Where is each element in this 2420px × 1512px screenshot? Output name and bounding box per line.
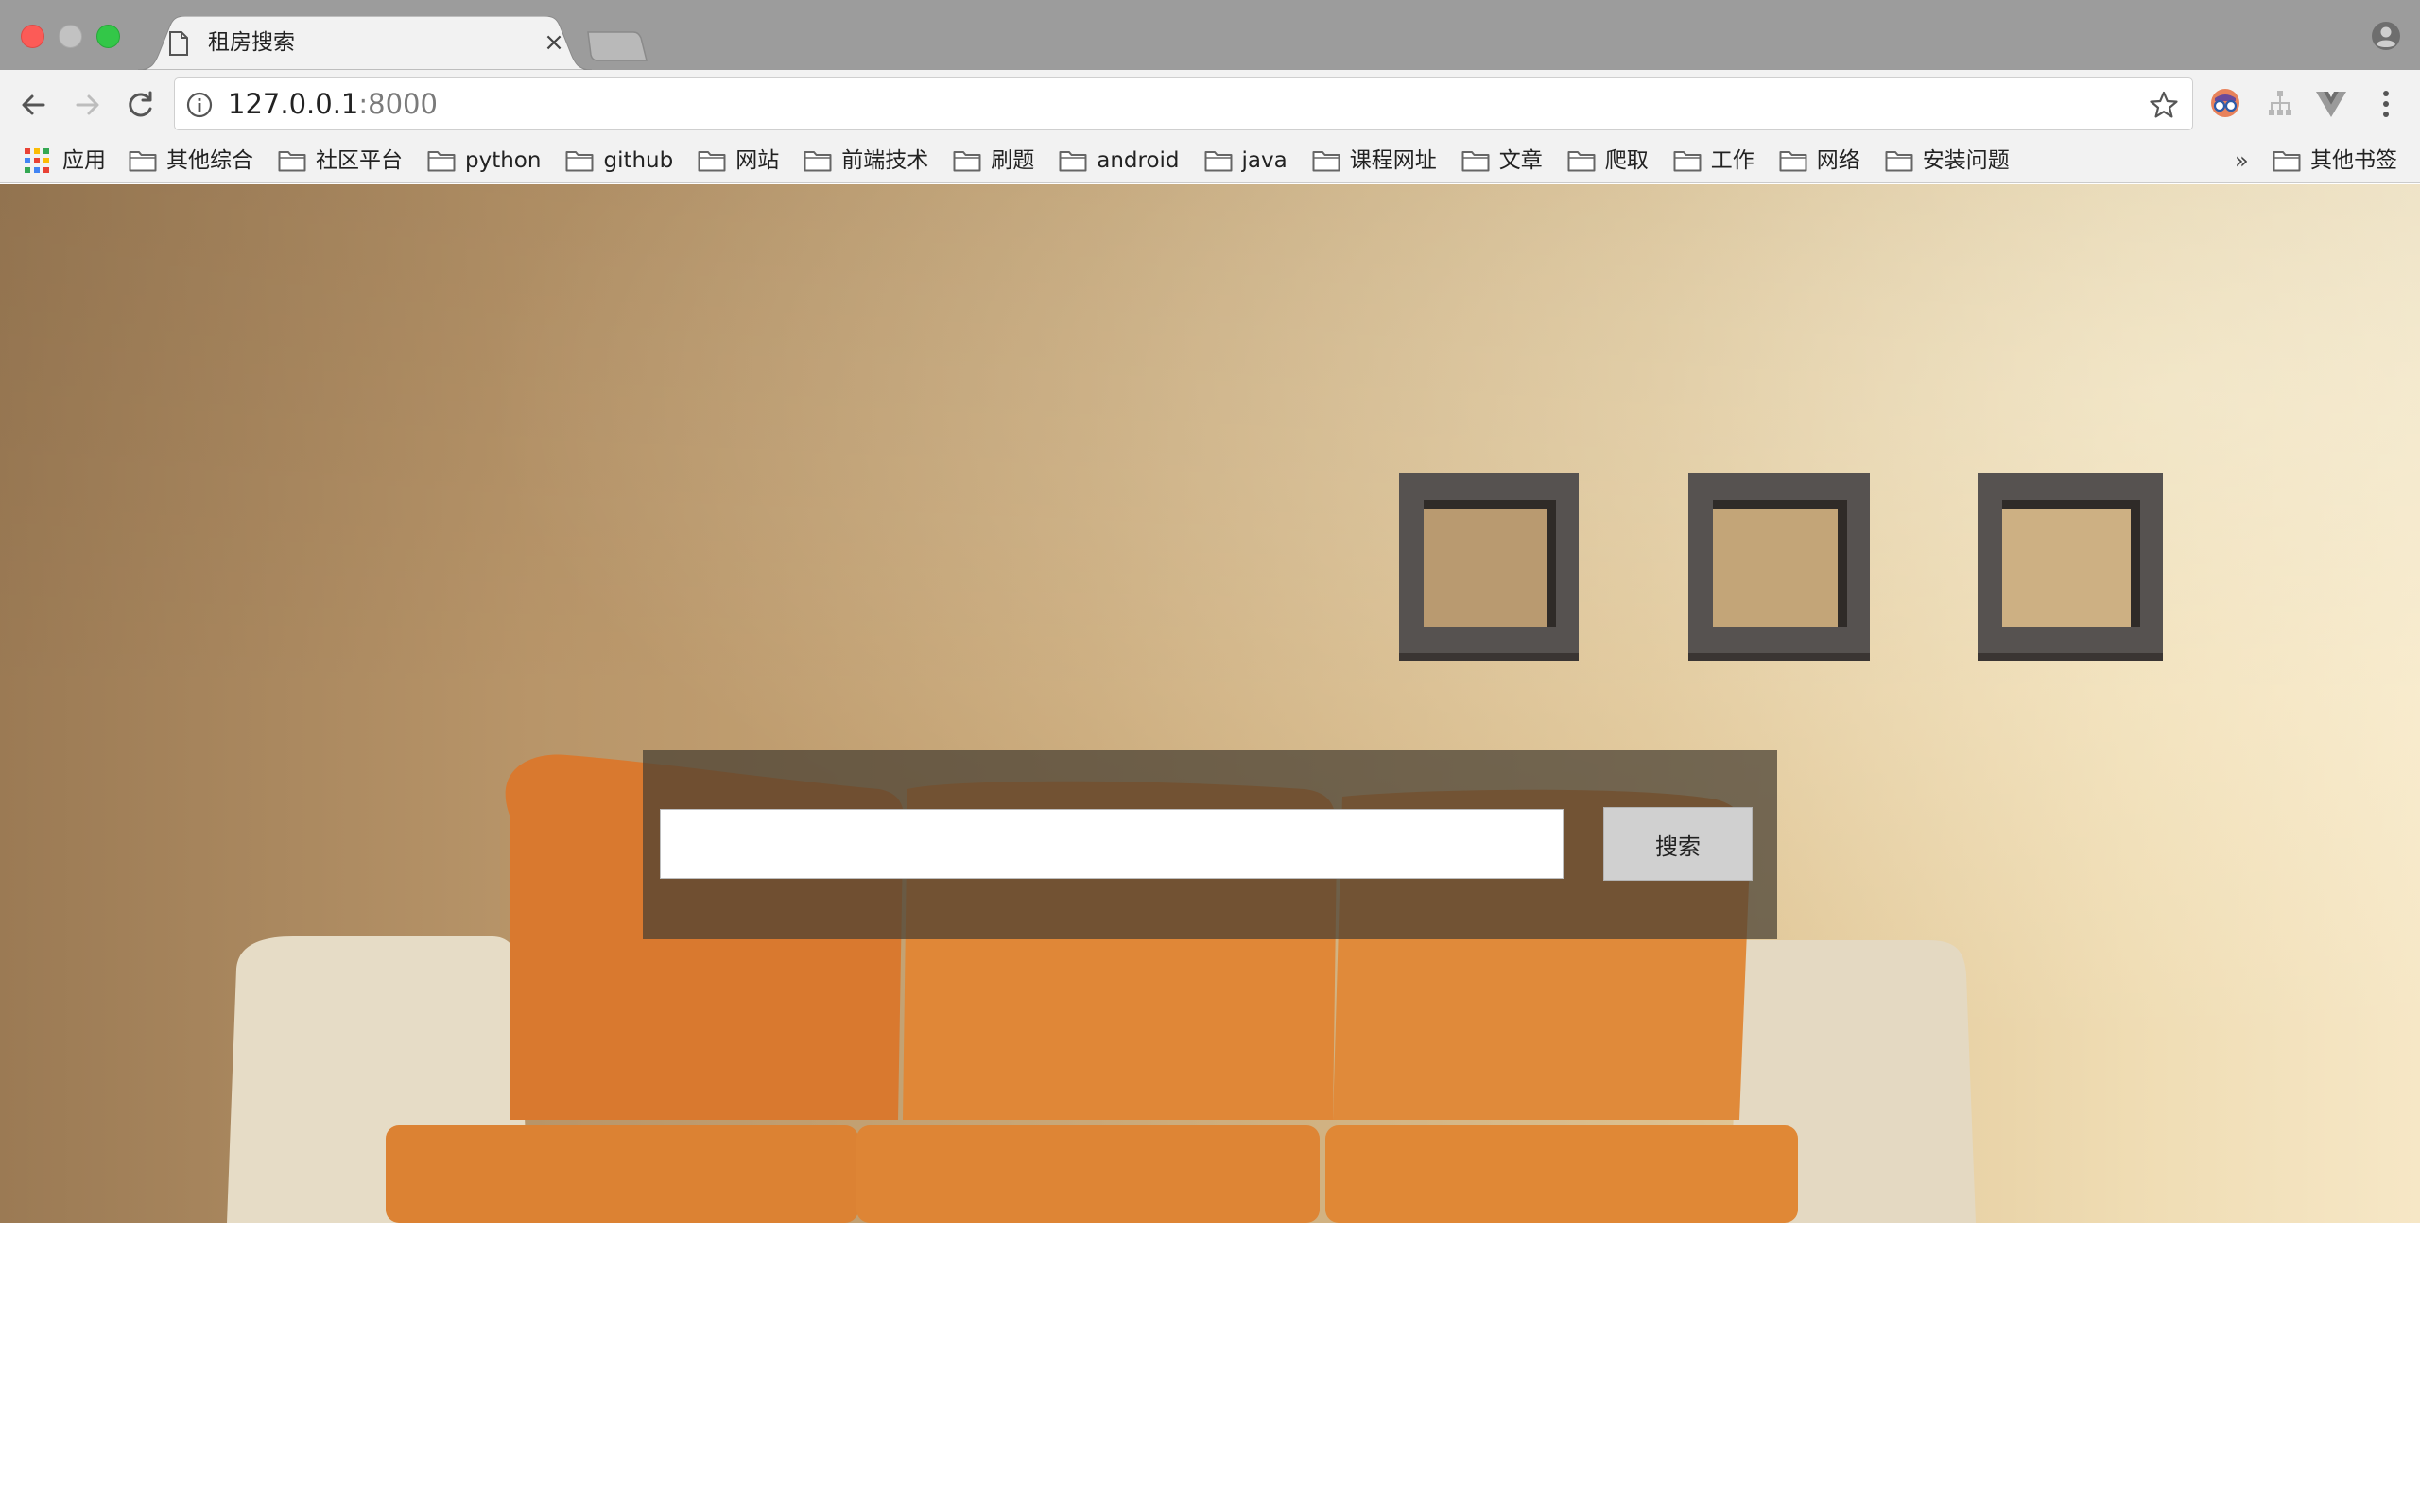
folder-icon [278,151,306,172]
bookmark-folder[interactable]: 社区平台 [278,146,403,176]
extension-glasses-icon[interactable] [2208,87,2242,121]
bookmark-folder-label: 安装问题 [1922,148,2010,173]
folder-icon [698,151,726,172]
bookmark-folder-label: 刷题 [991,148,1035,173]
bookmark-folder[interactable]: java [1204,146,1288,176]
hero-background [0,184,2420,1223]
folder-icon [953,151,981,172]
bookmark-folder-label: 课程网址 [1349,148,1437,173]
bookmark-folder-label: 网络 [1816,148,1860,173]
search-input[interactable] [660,809,1564,879]
star-icon[interactable] [2149,90,2179,120]
extension-vue-icon[interactable] [2314,87,2348,121]
living-room-illustration [227,473,2163,1223]
bookmark-folder[interactable]: 网站 [698,146,779,176]
bookmark-folder-label: 工作 [1710,148,1754,173]
folder-icon [565,151,594,172]
kebab-menu-icon[interactable] [2371,87,2401,121]
bookmark-apps[interactable]: 应用 [25,146,106,176]
folder-icon [1312,151,1340,172]
bookmark-folder[interactable]: android [1059,146,1180,176]
sofa-seat-left [386,1125,858,1223]
info-icon[interactable] [186,92,213,118]
bookmark-folder[interactable]: 安装问题 [1885,146,2010,176]
tab-strip: 租房搜索 × [0,0,2420,70]
url-host: 127.0.0.1 [228,88,359,120]
wall-shelf-3 [1978,473,2163,661]
bookmark-folder[interactable]: github [565,146,673,176]
bookmark-folder-label: 前端技术 [841,148,929,173]
wall-shelf-2 [1688,473,1870,661]
bookmark-folder[interactable]: 爬取 [1567,146,1649,176]
window-close-button[interactable] [21,25,44,48]
window-maximize-button[interactable] [96,25,120,48]
bookmark-folder[interactable]: 文章 [1461,146,1543,176]
folder-icon [1567,151,1596,172]
bookmark-folder-label: 其他综合 [166,148,253,173]
bookmark-folder-label: python [465,148,542,173]
folder-icon [804,151,832,172]
bookmark-folder[interactable]: 课程网址 [1312,146,1437,176]
extension-sitemap-icon[interactable] [2263,87,2297,121]
folder-icon [1204,151,1233,172]
bookmark-folder-label: 爬取 [1604,148,1649,173]
bookmark-apps-label: 应用 [62,148,106,173]
folder-icon [427,151,456,172]
apps-grid-icon [25,148,49,173]
bookmark-folder[interactable]: 刷题 [953,146,1034,176]
bookmark-folder-label: android [1097,148,1180,173]
other-bookmarks[interactable]: 其他书签 [2273,146,2397,176]
window-minimize-button[interactable] [59,25,82,48]
bookmark-folder[interactable]: python [427,146,541,176]
active-tab[interactable]: 租房搜索 × [138,16,592,70]
url-text[interactable]: 127.0.0.1:8000 [228,88,438,120]
tab-shape [138,16,592,70]
folder-icon [1779,151,1807,172]
folder-icon [1885,151,1913,172]
tab-title: 租房搜索 [208,30,295,55]
wall-shelf-1 [1399,473,1579,661]
address-bar[interactable]: 127.0.0.1:8000 [174,77,2193,130]
folder-icon [1059,151,1087,172]
bookmark-folder[interactable]: 网络 [1779,146,1860,176]
folder-icon [1461,151,1490,172]
profile-icon[interactable] [2371,21,2401,51]
bookmark-folder-label: github [603,148,674,173]
folder-icon [1673,151,1702,172]
tab-close-icon[interactable]: × [539,27,569,58]
sofa-seat-right [1325,1125,1798,1223]
other-bookmarks-label: 其他书签 [2310,148,2397,173]
new-tab-button[interactable] [586,30,648,62]
reload-icon[interactable] [121,86,159,124]
page-icon [169,31,188,56]
forward-arrow-icon[interactable] [68,86,106,124]
browser-toolbar: 127.0.0.1:8000 [0,70,2420,138]
bookmark-folder-label: 社区平台 [316,148,403,173]
bookmark-folder-list: 其他综合 社区平台 python github 网站 前端技术 刷题 andro… [129,146,2034,176]
url-port: :8000 [358,88,438,120]
bookmark-folder-label: 文章 [1498,148,1543,173]
search-panel: 搜索 [643,750,1777,939]
bookmarks-bar: 应用 其他综合 社区平台 python github 网站 前端技术 刷题 an… [0,138,2420,183]
bookmark-folder[interactable]: 其他综合 [129,146,253,176]
bookmark-folder-label: java [1241,148,1288,173]
folder-icon [2273,151,2301,172]
bookmark-folder[interactable]: 前端技术 [804,146,928,176]
search-button[interactable]: 搜索 [1603,807,1753,881]
sofa-seat-middle [856,1125,1320,1223]
bookmark-folder[interactable]: 工作 [1673,146,1754,176]
folder-icon [129,151,157,172]
bookmark-folder-label: 网站 [735,148,780,173]
bookmarks-overflow-icon[interactable]: » [2235,146,2249,176]
back-arrow-icon[interactable] [15,86,53,124]
